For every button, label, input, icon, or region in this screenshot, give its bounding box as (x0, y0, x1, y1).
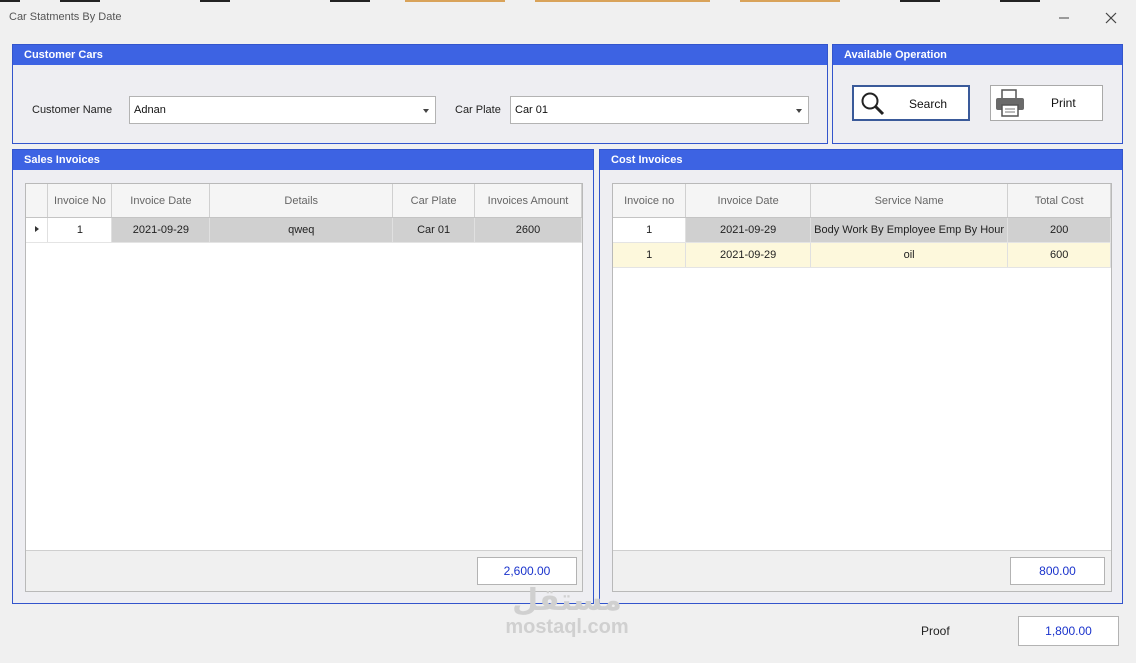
cell-invoice-date[interactable]: 2021-09-29 (111, 217, 211, 243)
cell-car-plate[interactable]: Car 01 (392, 217, 476, 243)
close-icon (1105, 12, 1117, 24)
search-button[interactable]: Search (852, 85, 970, 121)
table-row[interactable]: 1 2021-09-29 oil 600 (613, 242, 1111, 268)
customer-name-value: Adnan (134, 104, 166, 116)
cell-invoice-no[interactable]: 1 (613, 242, 687, 268)
cell-service-name[interactable]: Body Work By Employee Emp By Hour (810, 217, 1009, 243)
cost-header-row: Invoice no Invoice Date Service Name Tot… (613, 184, 1111, 218)
sales-total: 2,600.00 (477, 557, 577, 585)
cost-invoices-group: Cost Invoices Invoice no Invoice Date Se… (599, 149, 1123, 604)
table-row[interactable]: 1 2021-09-29 Body Work By Employee Emp B… (613, 217, 1111, 243)
column-header-details[interactable]: Details (209, 184, 394, 218)
cell-total-cost[interactable]: 200 (1007, 217, 1111, 243)
column-header-invoices-amount[interactable]: Invoices Amount (474, 184, 582, 218)
row-pointer-icon (34, 226, 39, 232)
cell-total-cost[interactable]: 600 (1007, 242, 1111, 268)
sales-grid[interactable]: Invoice No Invoice Date Details Car Plat… (25, 183, 583, 592)
operations-group: Available Operation Search Print (832, 44, 1123, 144)
cell-invoice-date[interactable]: 2021-09-29 (685, 217, 811, 243)
search-button-label: Search (909, 97, 948, 111)
minimize-icon (1059, 17, 1069, 19)
customer-name-combo[interactable]: Adnan (129, 96, 436, 124)
column-header-car-plate[interactable]: Car Plate (392, 184, 476, 218)
cell-details[interactable]: qweq (209, 217, 394, 243)
operations-header: Available Operation (833, 45, 1122, 65)
column-header-total-cost[interactable]: Total Cost (1007, 184, 1111, 218)
customer-cars-header: Customer Cars (13, 45, 827, 65)
title-bar: Car Statments By Date (0, 0, 1136, 36)
minimize-button[interactable] (1049, 6, 1079, 30)
sales-invoices-header: Sales Invoices (13, 150, 593, 170)
sales-table: Invoice No Invoice Date Details Car Plat… (26, 184, 582, 243)
column-header-invoice-date[interactable]: Invoice Date (111, 184, 211, 218)
row-indicator (26, 217, 49, 243)
print-button-label: Print (1051, 96, 1076, 110)
column-header-invoice-no[interactable]: Invoice no (613, 184, 687, 218)
cost-table: Invoice no Invoice Date Service Name Tot… (613, 184, 1111, 268)
car-plate-label: Car Plate (455, 104, 501, 116)
column-header-service-name[interactable]: Service Name (810, 184, 1009, 218)
cell-amount[interactable]: 2600 (474, 217, 582, 243)
mostaql-watermark: مستقل mostaql.com (496, 583, 638, 639)
customer-cars-group: Customer Cars Customer Name Adnan Car Pl… (12, 44, 828, 144)
cell-invoice-date[interactable]: 2021-09-29 (685, 242, 811, 268)
table-row[interactable]: 1 2021-09-29 qweq Car 01 2600 (26, 217, 582, 243)
proof-label: Proof (921, 624, 950, 638)
sales-invoices-group: Sales Invoices Invoice No Invoice Date D… (12, 149, 594, 604)
cost-invoices-header: Cost Invoices (600, 150, 1122, 170)
cell-invoice-no[interactable]: 1 (613, 217, 687, 243)
column-header-invoice-no[interactable]: Invoice No (47, 184, 113, 218)
customer-name-label: Customer Name (32, 104, 113, 116)
watermark-arabic: مستقل (512, 583, 622, 618)
cell-service-name[interactable]: oil (810, 242, 1009, 268)
chevron-down-icon (796, 109, 802, 113)
cost-grid[interactable]: Invoice no Invoice Date Service Name Tot… (612, 183, 1112, 592)
print-button[interactable]: Print (990, 85, 1103, 121)
cell-invoice-no[interactable]: 1 (47, 217, 113, 243)
window-title: Car Statments By Date (9, 11, 122, 23)
close-button[interactable] (1096, 6, 1126, 30)
cost-grid-footer: 800.00 (613, 550, 1111, 591)
chevron-down-icon (423, 109, 429, 113)
sales-header-row: Invoice No Invoice Date Details Car Plat… (26, 184, 582, 218)
search-icon (861, 92, 885, 116)
cost-total: 800.00 (1010, 557, 1105, 585)
row-indicator-header (26, 184, 49, 218)
printer-icon (996, 89, 1024, 117)
proof-value: 1,800.00 (1018, 616, 1119, 646)
car-plate-combo[interactable]: Car 01 (510, 96, 809, 124)
sales-grid-footer: 2,600.00 (26, 550, 582, 591)
watermark-latin: mostaql.com (505, 616, 629, 638)
column-header-invoice-date[interactable]: Invoice Date (685, 184, 811, 218)
car-plate-value: Car 01 (515, 104, 549, 116)
